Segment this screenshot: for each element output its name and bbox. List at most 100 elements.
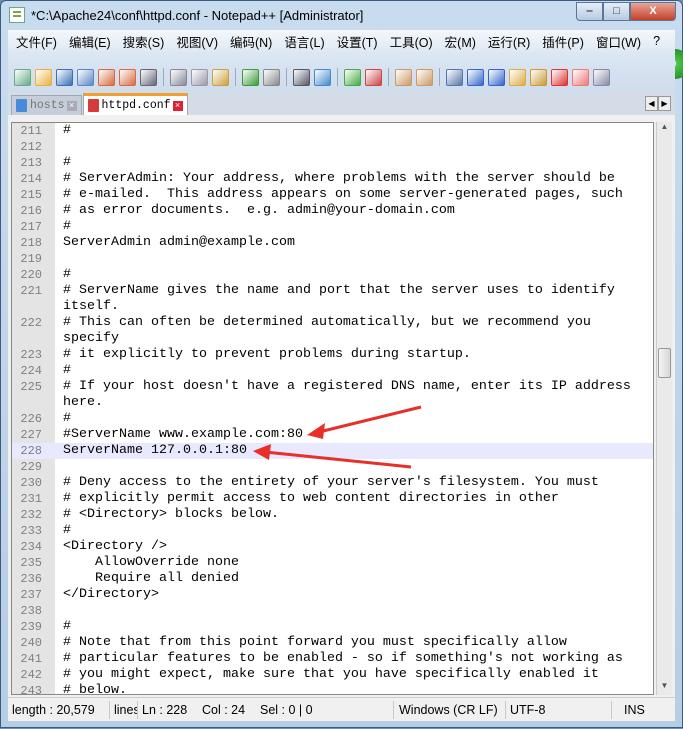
tab-scroll-right-button[interactable]: ▶ [658,96,671,111]
line-number: 217 [20,220,42,234]
tab-scroll-left-button[interactable]: ◀ [645,96,658,111]
new-file-icon[interactable] [14,69,31,86]
menu-item-8[interactable]: 宏(M) [441,32,484,51]
code-line: 220 # [12,267,653,283]
save-all-icon[interactable] [77,69,94,86]
menu-item-9[interactable]: 运行(R) [484,32,538,51]
code-text: itself. [63,299,119,314]
toolbar-separator [388,68,389,86]
replace-icon[interactable] [314,69,331,86]
file-icon [87,99,99,112]
code-text: </Directory> [63,587,159,602]
code-text: # [63,411,71,426]
code-line-wrap: itself. [12,299,653,315]
zoom-in-icon[interactable] [344,69,361,86]
monitor-icon[interactable] [572,69,589,86]
menu-item-11[interactable]: 窗口(W) [592,32,649,51]
line-number: 230 [20,476,42,490]
notepadpp-window: *C:\Apache24\conf\httpd.conf - Notepad++… [0,0,683,728]
vertical-scrollbar[interactable]: ▲ ▼ [656,122,672,695]
line-number: 214 [20,172,42,186]
status-ln: Ln : 228 [142,702,188,717]
line-number: 241 [20,652,42,666]
line-number: 215 [20,188,42,202]
code-text: Require all denied [63,571,239,586]
doc-map-icon[interactable] [509,69,526,86]
code-line: 243 # below. [12,683,653,694]
minimize-button[interactable]: ‒ [576,2,603,21]
eye-icon[interactable] [593,69,610,86]
cut-icon[interactable] [170,69,187,86]
undo-icon[interactable] [242,69,259,86]
show-all-chars-icon[interactable] [467,69,484,86]
save-icon[interactable] [56,69,73,86]
notepadpp-app-icon [9,7,25,23]
code-line: 226 # [12,411,653,427]
code-text: # [63,219,71,234]
maximize-button[interactable]: □ [603,2,630,21]
menu-item-5[interactable]: 语言(L) [280,32,332,51]
editor[interactable]: 211 #212 213 #214 # ServerAdmin: Your addres… [11,122,654,695]
line-number: 218 [20,236,42,250]
word-wrap-icon[interactable] [446,69,463,86]
toolbar [8,52,675,92]
line-number: 219 [20,252,42,266]
code-line: 224 # [12,363,653,379]
tab-httpd-conf[interactable]: httpd.conf × [82,93,188,115]
menu-item-1[interactable]: 编辑(E) [65,32,119,51]
line-number: 234 [20,540,42,554]
sync-v-icon[interactable] [395,69,412,86]
code-line: 237 </Directory> [12,587,653,603]
copy-icon[interactable] [191,69,208,86]
line-number: 238 [20,604,42,618]
scrollbar-thumb[interactable] [658,348,671,378]
line-number: 235 [20,556,42,570]
tab-label: hosts [30,99,65,112]
zoom-out-icon[interactable] [365,69,382,86]
indent-guide-icon[interactable] [488,69,505,86]
status-eol: Windows (CR LF) [394,700,506,719]
redo-icon[interactable] [263,69,280,86]
code-line: 236 Require all denied [12,571,653,587]
menu-item-7[interactable]: 工具(O) [386,32,441,51]
tab-close-icon[interactable]: × [172,100,183,111]
menu-item-6[interactable]: 设置(T) [333,32,386,51]
code-line: 235 AllowOverride none [12,555,653,571]
status-encoding: UTF-8 [506,700,612,719]
line-number: 226 [20,412,42,426]
paste-icon[interactable] [212,69,229,86]
sync-h-icon[interactable] [416,69,433,86]
open-file-icon[interactable] [35,69,52,86]
code-line: 239 # [12,619,653,635]
menu-item-3[interactable]: 视图(V) [172,32,226,51]
find-icon[interactable] [293,69,310,86]
status-col: Col : 24 [202,702,246,717]
tab-hosts[interactable]: hosts × [11,95,82,115]
tab-close-icon[interactable]: × [66,100,77,111]
toolbar-separator [439,68,440,86]
code-text: # explicitly permit access to web conten… [63,491,559,506]
code-text: specify [63,331,119,346]
code-line: 218 ServerAdmin admin@example.com [12,235,653,251]
line-number: 222 [20,316,42,330]
code-line: 223 # it explicitly to prevent problems d… [12,347,653,363]
close-icon[interactable] [98,69,115,86]
scroll-up-arrow-icon[interactable]: ▲ [658,122,671,136]
code-line: 219 [12,251,653,267]
menu-item-4[interactable]: 编码(N) [226,32,280,51]
code-text: here. [63,395,103,410]
menu-item-12[interactable]: ? [649,34,668,48]
menu-item-10[interactable]: 插件(P) [538,32,592,51]
print-icon[interactable] [140,69,157,86]
line-number: 228 [20,444,42,458]
function-list-icon[interactable] [530,69,547,86]
close-all-icon[interactable] [119,69,136,86]
close-button[interactable]: X [630,2,676,21]
folder-as-workspace-icon[interactable] [551,69,568,86]
menu-item-0[interactable]: 文件(F) [12,32,65,51]
scroll-down-arrow-icon[interactable]: ▼ [658,681,671,695]
code-line-wrap: here. [12,395,653,411]
line-number: 237 [20,588,42,602]
menu-item-2[interactable]: 搜索(S) [119,32,173,51]
toolbar-separator [163,68,164,86]
